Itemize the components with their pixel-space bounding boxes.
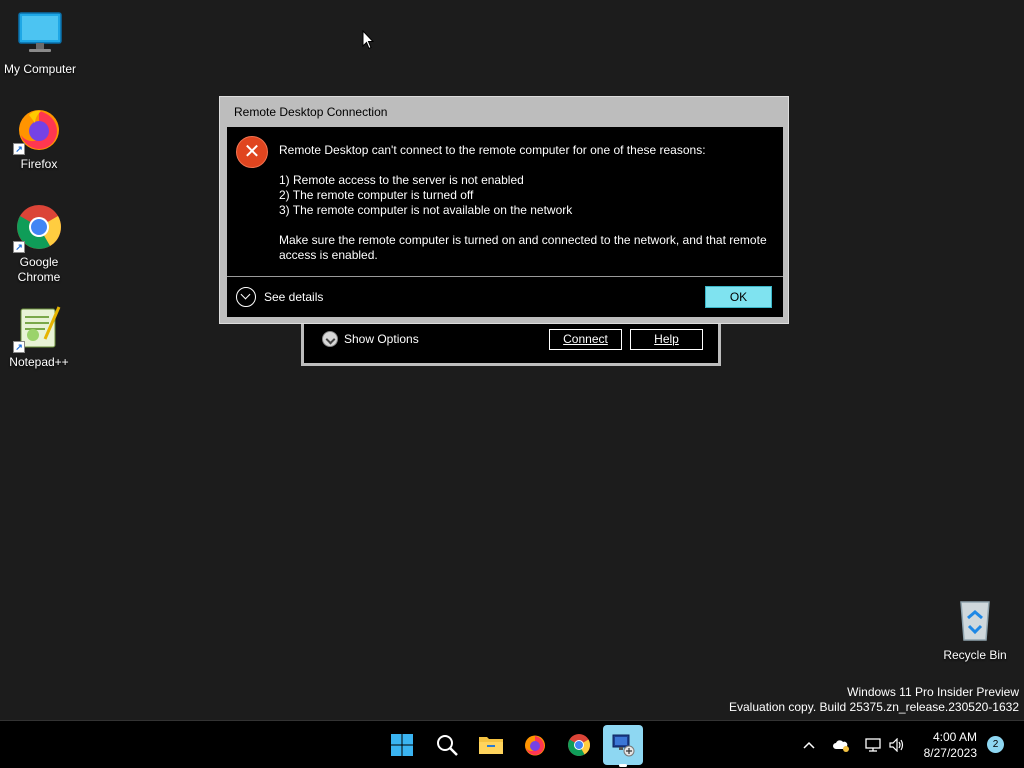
desktop-icon-label: My Computer [3,62,77,76]
chevron-up-icon [803,741,815,749]
help-button[interactable]: Help [630,329,703,350]
dialog-message: Remote Desktop can't connect to the remo… [279,143,779,263]
dialog-body: ✕ Remote Desktop can't connect to the re… [227,127,783,317]
chrome-icon [568,734,590,756]
remote-desktop-taskbar-button[interactable] [603,725,643,767]
dialog-title: Remote Desktop Connection [234,105,388,119]
file-explorer-button[interactable] [471,725,511,765]
firefox-icon [525,735,545,756]
see-details-toggle[interactable]: See details [236,287,323,307]
network-tray-button[interactable] [862,721,884,768]
watermark-edition: Windows 11 Pro Insider Preview [847,685,1019,699]
cloud-warning-icon [833,740,849,752]
windows-watermark: Windows 11 Pro Insider Preview Evaluatio… [729,685,1019,715]
taskbar: 4:00 AM 8/27/2023 [0,720,1024,768]
desktop-icon-label: Notepad++ [9,355,69,369]
network-icon [865,738,881,752]
show-options-toggle[interactable]: Show Options [322,331,419,347]
taskbar-clock[interactable]: 4:00 AM 8/27/2023 [912,729,977,761]
onedrive-tray-button[interactable] [830,721,852,768]
chevron-down-icon [322,331,338,347]
desktop-icon-label: Recycle Bin [943,648,1007,662]
mouse-pointer-icon [362,29,375,55]
ok-button[interactable]: OK [705,286,772,308]
desktop-icon-label: Firefox [20,157,58,171]
start-icon [391,734,413,756]
reason-item: 1) Remote access to the server is not en… [279,173,524,187]
clock-date: 8/27/2023 [923,746,977,760]
divider [227,276,783,277]
show-options-label: Show Options [344,332,419,346]
desktop-icon-notepad-plus-plus[interactable]: ↗ Notepad++ [0,303,79,370]
desktop-icon-my-computer[interactable]: My Computer [0,10,80,77]
connect-button[interactable]: Connect [549,329,622,350]
volume-tray-button[interactable] [886,721,908,768]
shortcut-arrow-icon: ↗ [13,241,25,253]
shortcut-arrow-icon: ↗ [13,341,25,353]
desktop-icon-recycle-bin[interactable]: Recycle Bin [935,596,1015,663]
desktop-icon-google-chrome[interactable]: ↗ Google Chrome [0,203,79,285]
remote-desktop-icon [612,734,635,757]
chrome-icon: ↗ [13,203,63,253]
reason-item: 3) The remote computer is not available … [279,203,573,217]
show-hidden-icons-button[interactable] [798,721,820,768]
see-details-label: See details [264,290,324,304]
message-heading: Remote Desktop can't connect to the remo… [279,143,706,157]
file-explorer-icon [479,737,503,754]
clock-time: 4:00 AM [932,730,977,744]
error-icon: ✕ [236,136,268,168]
error-dialog: Remote Desktop Connection ✕ Remote Deskt… [219,96,789,324]
remote-desktop-connection-window: Show Options Connect Help [301,318,721,366]
monitor-icon [16,10,64,58]
chevron-down-icon [236,287,256,307]
desktop-icon-firefox[interactable]: ↗ Firefox [0,105,79,172]
desktop-icon-label: Google Chrome [17,255,61,284]
reason-item: 2) The remote computer is turned off [279,188,474,202]
message-advice: Make sure the remote computer is turned … [279,233,767,262]
chrome-taskbar-button[interactable] [559,725,599,765]
firefox-icon: ↗ [13,105,63,155]
speaker-icon [889,738,904,752]
search-button[interactable] [427,725,467,765]
shortcut-arrow-icon: ↗ [13,143,25,155]
notepad-plus-plus-icon: ↗ [13,303,63,353]
firefox-taskbar-button[interactable] [515,725,555,765]
search-icon [437,735,458,756]
start-button[interactable] [382,725,422,765]
watermark-build: Evaluation copy. Build 25375.zn_release.… [729,700,1019,714]
notification-badge[interactable]: 2 [987,736,1004,753]
recycle-bin-icon [951,596,999,644]
